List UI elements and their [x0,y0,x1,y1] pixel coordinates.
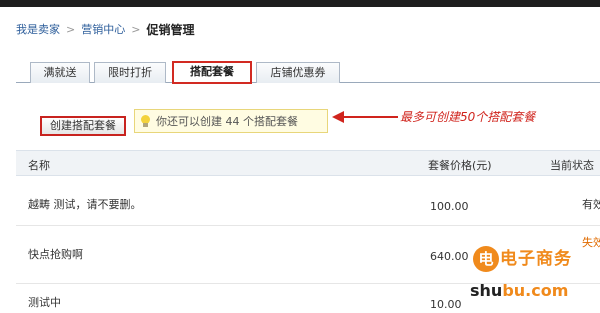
tab-time-discount[interactable]: 限时打折 [94,62,166,83]
row-price: 10.00 [430,298,462,311]
promotion-tabs: 满就送 限时打折 搭配套餐 店铺优惠券 [16,61,600,84]
remaining-tip-text: 你还可以创建 44 个搭配套餐 [156,115,298,128]
watermark-domain: shubu.com [470,281,569,300]
breadcrumb-separator: > [66,22,76,36]
lightbulb-icon [141,115,150,127]
row-price: 640.00 [430,250,469,263]
row-name: 快点抢购啊 [28,248,83,261]
top-strip [0,0,600,7]
breadcrumb: 我是卖家 > 营销中心 > 促销管理 [16,20,194,38]
breadcrumb-link-seller[interactable]: 我是卖家 [16,21,60,37]
annotation-text: 最多可创建50个搭配套餐 [400,110,536,124]
watermark-badge-icon: 电 [473,246,499,272]
row-name: 测试中 [28,296,61,309]
watermark-brand: 电子商务 [500,249,572,269]
header-price: 套餐价格(元) [428,159,492,172]
annotation-arrow-icon [332,111,398,123]
page-title: 促销管理 [146,22,195,37]
table-row: 越畴 测试，请不要删。 100.00 有效 [16,176,600,226]
row-status: 有效 [582,198,600,211]
header-status: 当前状态 [550,159,594,172]
row-price: 100.00 [430,200,469,213]
row-name: 越畴 测试，请不要删。 [28,198,142,211]
tab-coupon[interactable]: 店铺优惠券 [256,62,340,83]
remaining-tip: 你还可以创建 44 个搭配套餐 [134,109,328,133]
table-header: 名称 套餐价格(元) 当前状态 [16,150,600,176]
breadcrumb-link-marketing[interactable]: 营销中心 [81,21,125,37]
create-bundle-button[interactable]: 创建搭配套餐 [40,116,126,136]
tab-bundle[interactable]: 搭配套餐 [172,61,252,84]
tab-full-gift[interactable]: 满就送 [30,62,90,83]
watermark-logo: 电 电子商务 shubu.com [470,244,600,308]
header-name: 名称 [28,159,50,172]
breadcrumb-separator: > [131,22,141,36]
